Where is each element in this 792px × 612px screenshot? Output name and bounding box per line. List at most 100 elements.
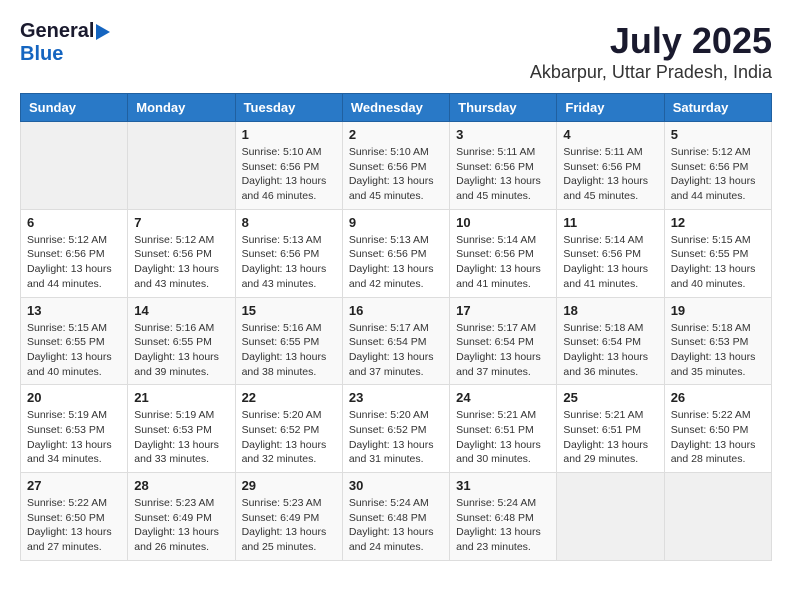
calendar-cell: 19Sunrise: 5:18 AMSunset: 6:53 PMDayligh… bbox=[664, 297, 771, 385]
day-number: 26 bbox=[671, 390, 765, 405]
calendar-cell: 2 Sunrise: 5:10 AMSunset: 6:56 PMDaylight… bbox=[342, 122, 449, 210]
calendar-cell bbox=[21, 122, 128, 210]
day-info: Sunrise: 5:17 AMSunset: 6:54 PMDaylight:… bbox=[349, 321, 443, 380]
day-number: 24 bbox=[456, 390, 550, 405]
calendar-cell: 14 Sunrise: 5:16 AMSunset: 6:55 PMDayligh… bbox=[128, 297, 235, 385]
calendar-cell: 31 Sunrise: 5:24 AMSunset: 6:48 PMDayligh… bbox=[450, 473, 557, 561]
calendar-cell: 22Sunrise: 5:20 AMSunset: 6:52 PMDayligh… bbox=[235, 385, 342, 473]
calendar-cell: 30 Sunrise: 5:24 AMSunset: 6:48 PMDayligh… bbox=[342, 473, 449, 561]
day-number: 27 bbox=[27, 478, 121, 493]
calendar-cell: 6 Sunrise: 5:12 AMSunset: 6:56 PMDaylight… bbox=[21, 209, 128, 297]
calendar-week-row: 20Sunrise: 5:19 AMSunset: 6:53 PMDayligh… bbox=[21, 385, 772, 473]
calendar-header-saturday: Saturday bbox=[664, 94, 771, 122]
day-number: 14 bbox=[134, 303, 228, 318]
day-number: 4 bbox=[563, 127, 657, 142]
calendar-header-thursday: Thursday bbox=[450, 94, 557, 122]
day-info: Sunrise: 5:19 AMSunset: 6:53 PMDaylight:… bbox=[134, 408, 228, 467]
day-number: 21 bbox=[134, 390, 228, 405]
day-info: Sunrise: 5:20 AMSunset: 6:52 PMDaylight:… bbox=[349, 408, 443, 467]
day-info: Sunrise: 5:15 AMSunset: 6:55 PMDaylight:… bbox=[671, 233, 765, 292]
calendar-cell: 10 Sunrise: 5:14 AMSunset: 6:56 PMDayligh… bbox=[450, 209, 557, 297]
day-info: Sunrise: 5:24 AMSunset: 6:48 PMDaylight:… bbox=[349, 496, 443, 555]
calendar-week-row: 27 Sunrise: 5:22 AMSunset: 6:50 PMDayligh… bbox=[21, 473, 772, 561]
calendar-cell: 7 Sunrise: 5:12 AMSunset: 6:56 PMDaylight… bbox=[128, 209, 235, 297]
day-number: 30 bbox=[349, 478, 443, 493]
day-number: 10 bbox=[456, 215, 550, 230]
calendar-cell bbox=[557, 473, 664, 561]
day-number: 28 bbox=[134, 478, 228, 493]
day-number: 5 bbox=[671, 127, 765, 142]
day-info: Sunrise: 5:14 AMSunset: 6:56 PMDaylight:… bbox=[563, 233, 657, 292]
calendar-cell: 4Sunrise: 5:11 AMSunset: 6:56 PMDaylight… bbox=[557, 122, 664, 210]
calendar-cell: 16 Sunrise: 5:17 AMSunset: 6:54 PMDayligh… bbox=[342, 297, 449, 385]
calendar-cell: 11Sunrise: 5:14 AMSunset: 6:56 PMDayligh… bbox=[557, 209, 664, 297]
calendar-cell: 12 Sunrise: 5:15 AMSunset: 6:55 PMDayligh… bbox=[664, 209, 771, 297]
day-number: 2 bbox=[349, 127, 443, 142]
day-info: Sunrise: 5:21 AMSunset: 6:51 PMDaylight:… bbox=[563, 408, 657, 467]
day-info: Sunrise: 5:23 AMSunset: 6:49 PMDaylight:… bbox=[134, 496, 228, 555]
day-number: 17 bbox=[456, 303, 550, 318]
logo-general: General bbox=[20, 20, 94, 43]
day-number: 23 bbox=[349, 390, 443, 405]
day-info: Sunrise: 5:16 AMSunset: 6:55 PMDaylight:… bbox=[242, 321, 336, 380]
day-number: 15 bbox=[242, 303, 336, 318]
day-info: Sunrise: 5:16 AMSunset: 6:55 PMDaylight:… bbox=[134, 321, 228, 380]
calendar-header-tuesday: Tuesday bbox=[235, 94, 342, 122]
calendar-cell: 23 Sunrise: 5:20 AMSunset: 6:52 PMDayligh… bbox=[342, 385, 449, 473]
day-info: Sunrise: 5:12 AMSunset: 6:56 PMDaylight:… bbox=[27, 233, 121, 292]
calendar-header-friday: Friday bbox=[557, 94, 664, 122]
calendar-title: July 2025 bbox=[530, 20, 772, 62]
day-info: Sunrise: 5:13 AMSunset: 6:56 PMDaylight:… bbox=[349, 233, 443, 292]
calendar-subtitle: Akbarpur, Uttar Pradesh, India bbox=[530, 62, 772, 83]
day-info: Sunrise: 5:23 AMSunset: 6:49 PMDaylight:… bbox=[242, 496, 336, 555]
day-info: Sunrise: 5:12 AMSunset: 6:56 PMDaylight:… bbox=[671, 145, 765, 204]
day-number: 13 bbox=[27, 303, 121, 318]
calendar-cell: 8 Sunrise: 5:13 AMSunset: 6:56 PMDaylight… bbox=[235, 209, 342, 297]
calendar-cell: 9 Sunrise: 5:13 AMSunset: 6:56 PMDaylight… bbox=[342, 209, 449, 297]
calendar-cell: 28 Sunrise: 5:23 AMSunset: 6:49 PMDayligh… bbox=[128, 473, 235, 561]
day-info: Sunrise: 5:10 AMSunset: 6:56 PMDaylight:… bbox=[349, 145, 443, 204]
day-info: Sunrise: 5:13 AMSunset: 6:56 PMDaylight:… bbox=[242, 233, 336, 292]
day-info: Sunrise: 5:20 AMSunset: 6:52 PMDaylight:… bbox=[242, 408, 336, 467]
day-number: 7 bbox=[134, 215, 228, 230]
calendar-cell: 5 Sunrise: 5:12 AMSunset: 6:56 PMDaylight… bbox=[664, 122, 771, 210]
day-info: Sunrise: 5:14 AMSunset: 6:56 PMDaylight:… bbox=[456, 233, 550, 292]
calendar-cell: 21 Sunrise: 5:19 AMSunset: 6:53 PMDayligh… bbox=[128, 385, 235, 473]
day-number: 31 bbox=[456, 478, 550, 493]
day-number: 6 bbox=[27, 215, 121, 230]
title-block: July 2025 Akbarpur, Uttar Pradesh, India bbox=[530, 20, 772, 83]
day-number: 25 bbox=[563, 390, 657, 405]
calendar-week-row: 6 Sunrise: 5:12 AMSunset: 6:56 PMDaylight… bbox=[21, 209, 772, 297]
calendar-cell: 25 Sunrise: 5:21 AMSunset: 6:51 PMDayligh… bbox=[557, 385, 664, 473]
day-info: Sunrise: 5:21 AMSunset: 6:51 PMDaylight:… bbox=[456, 408, 550, 467]
calendar-cell: 20Sunrise: 5:19 AMSunset: 6:53 PMDayligh… bbox=[21, 385, 128, 473]
logo-blue: Blue bbox=[20, 43, 63, 65]
logo-arrow-icon bbox=[96, 24, 110, 40]
day-info: Sunrise: 5:17 AMSunset: 6:54 PMDaylight:… bbox=[456, 321, 550, 380]
calendar-cell: 13 Sunrise: 5:15 AMSunset: 6:55 PMDayligh… bbox=[21, 297, 128, 385]
calendar-cell: 26Sunrise: 5:22 AMSunset: 6:50 PMDayligh… bbox=[664, 385, 771, 473]
calendar-header-sunday: Sunday bbox=[21, 94, 128, 122]
day-info: Sunrise: 5:24 AMSunset: 6:48 PMDaylight:… bbox=[456, 496, 550, 555]
day-number: 12 bbox=[671, 215, 765, 230]
day-info: Sunrise: 5:18 AMSunset: 6:53 PMDaylight:… bbox=[671, 321, 765, 380]
day-number: 8 bbox=[242, 215, 336, 230]
day-number: 16 bbox=[349, 303, 443, 318]
calendar-cell: 15 Sunrise: 5:16 AMSunset: 6:55 PMDayligh… bbox=[235, 297, 342, 385]
day-info: Sunrise: 5:11 AMSunset: 6:56 PMDaylight:… bbox=[456, 145, 550, 204]
calendar-cell: 17 Sunrise: 5:17 AMSunset: 6:54 PMDayligh… bbox=[450, 297, 557, 385]
day-info: Sunrise: 5:18 AMSunset: 6:54 PMDaylight:… bbox=[563, 321, 657, 380]
page-header: General Blue July 2025 Akbarpur, Uttar P… bbox=[20, 20, 772, 83]
calendar-cell bbox=[664, 473, 771, 561]
calendar-header-monday: Monday bbox=[128, 94, 235, 122]
day-number: 9 bbox=[349, 215, 443, 230]
day-info: Sunrise: 5:15 AMSunset: 6:55 PMDaylight:… bbox=[27, 321, 121, 380]
calendar-cell: 29Sunrise: 5:23 AMSunset: 6:49 PMDayligh… bbox=[235, 473, 342, 561]
logo: General Blue bbox=[20, 20, 110, 66]
calendar-cell: 24 Sunrise: 5:21 AMSunset: 6:51 PMDayligh… bbox=[450, 385, 557, 473]
day-info: Sunrise: 5:12 AMSunset: 6:56 PMDaylight:… bbox=[134, 233, 228, 292]
day-number: 1 bbox=[242, 127, 336, 142]
day-number: 18 bbox=[563, 303, 657, 318]
calendar-week-row: 1 Sunrise: 5:10 AMSunset: 6:56 PMDaylight… bbox=[21, 122, 772, 210]
day-info: Sunrise: 5:22 AMSunset: 6:50 PMDaylight:… bbox=[27, 496, 121, 555]
